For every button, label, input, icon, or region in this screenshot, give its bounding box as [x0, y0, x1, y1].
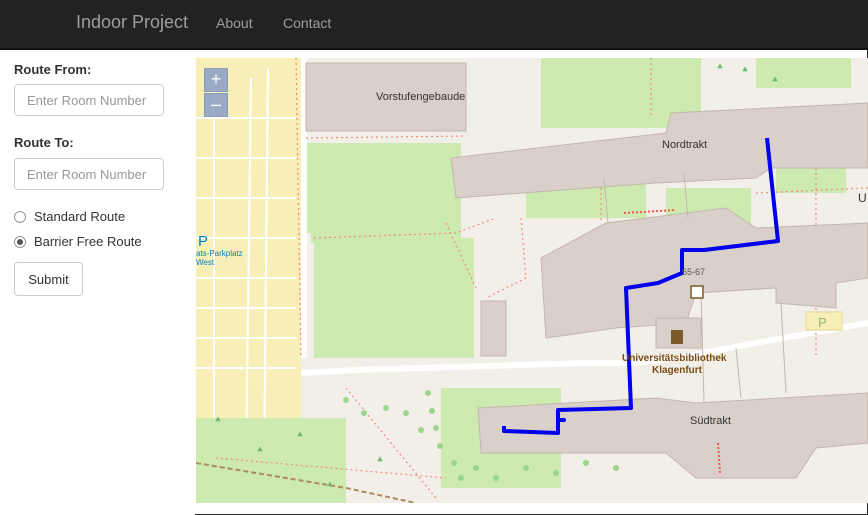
route-from-label: Route From: [14, 62, 92, 77]
route-to-input[interactable] [14, 158, 164, 190]
svg-text:⯅: ⯅ [741, 65, 749, 76]
svg-text:⯅: ⯅ [296, 430, 304, 441]
map[interactable]: ⯅ ⯅ ⯅ ⯅ ⯅ ⯅ ⯅ ⯅ Vorstufengebaude Nordtrakt Sü… [196, 58, 868, 503]
route-form: Route From: Route To: Standard Route Bar… [0, 50, 195, 515]
brand[interactable]: Indoor Project [76, 12, 188, 33]
barrier-free-route-label: Barrier Free Route [34, 234, 142, 249]
poi-icon [690, 285, 704, 299]
nav-link-about[interactable]: About [216, 15, 253, 31]
zoom-in-button[interactable]: + [204, 68, 228, 92]
navbar: Indoor Project About Contact [0, 0, 868, 50]
barrier-free-route-radio[interactable] [14, 235, 26, 248]
standard-route-radio[interactable] [14, 210, 26, 223]
label-parking-text-line1: ats-Parkplatz [196, 249, 243, 258]
standard-route-option[interactable]: Standard Route [14, 209, 125, 224]
label-library-line1: Universitätsbibliothek [622, 353, 727, 364]
nav-link-contact[interactable]: Contact [283, 15, 331, 31]
route-to-label: Route To: [14, 135, 74, 150]
svg-text:⯅: ⯅ [716, 62, 724, 73]
label-nordtrakt: Nordtrakt [662, 139, 707, 151]
label-parking-text-line2: West [196, 258, 215, 267]
map-canvas[interactable]: ⯅⯅⯅ ⯅⯅⯅ ⯅⯅ Vorstufengebaude Nordtrakt Sü… [196, 58, 868, 503]
route-from-input[interactable] [14, 84, 164, 116]
standard-route-label: Standard Route [34, 209, 126, 224]
label-edge-letter: U [858, 191, 867, 205]
submit-button[interactable]: Submit [14, 262, 83, 296]
svg-text:⯅: ⯅ [214, 415, 222, 426]
label-library-line2: Klagenfurt [652, 365, 703, 376]
label-parking-symbol-left: P [198, 233, 208, 250]
library-icon [671, 330, 683, 344]
svg-text:⯅: ⯅ [771, 75, 779, 86]
svg-text:⯅: ⯅ [256, 445, 264, 456]
barrier-free-route-option[interactable]: Barrier Free Route [14, 234, 142, 249]
zoom-out-button[interactable]: – [204, 93, 228, 117]
svg-text:⯅: ⯅ [376, 455, 384, 466]
label-house-number: 65-67 [682, 267, 705, 277]
label-vorstufengebaude: Vorstufengebaude [376, 91, 465, 103]
label-suedtrakt: Südtrakt [690, 415, 731, 427]
label-parking-symbol-right: P [818, 315, 827, 330]
zoom-control: + – [204, 68, 228, 118]
